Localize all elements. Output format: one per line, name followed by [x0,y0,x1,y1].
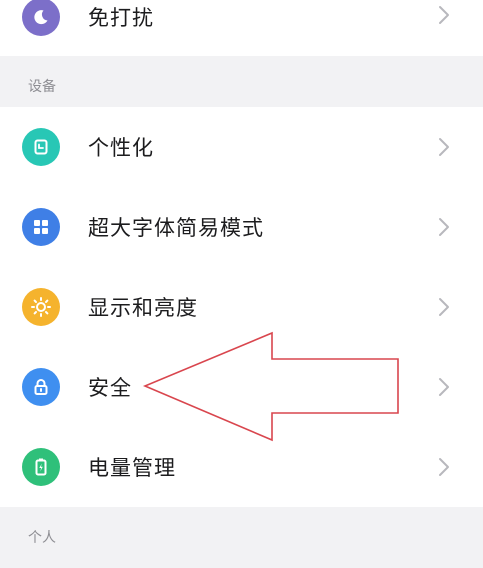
battery-icon [22,448,60,486]
settings-item-label: 免打扰 [88,6,154,30]
settings-item-label: 电量管理 [88,456,176,480]
settings-item-battery[interactable]: 电量管理 [0,427,483,507]
settings-group-top: 免打扰 [0,0,483,56]
settings-item-personalization[interactable]: 个性化 [0,107,483,187]
chevron-right-icon [439,458,449,476]
settings-item-label: 超大字体简易模式 [88,216,264,240]
settings-list: 免打扰 设备 个性化 超大字体简易模式 显示和亮度 安全 电量管理 个人 [0,0,483,557]
settings-item-do-not-disturb[interactable]: 免打扰 [0,0,483,56]
grid-icon [22,208,60,246]
personalize-icon [22,128,60,166]
lock-icon [22,368,60,406]
moon-icon [22,0,60,36]
chevron-right-icon [439,298,449,316]
settings-item-label: 安全 [88,376,132,400]
chevron-right-icon [439,218,449,236]
section-header-device: 设备 [28,79,56,95]
settings-item-label: 显示和亮度 [88,296,198,320]
settings-group-device: 个性化 超大字体简易模式 显示和亮度 安全 电量管理 [0,107,483,507]
chevron-right-icon [439,378,449,396]
settings-item-security[interactable]: 安全 [0,347,483,427]
section-header-personal: 个人 [28,530,56,546]
settings-item-display-brightness[interactable]: 显示和亮度 [0,267,483,347]
sun-icon [22,288,60,326]
settings-item-label: 个性化 [88,136,154,160]
chevron-right-icon [439,6,449,24]
settings-item-large-font-mode[interactable]: 超大字体简易模式 [0,187,483,267]
chevron-right-icon [439,138,449,156]
